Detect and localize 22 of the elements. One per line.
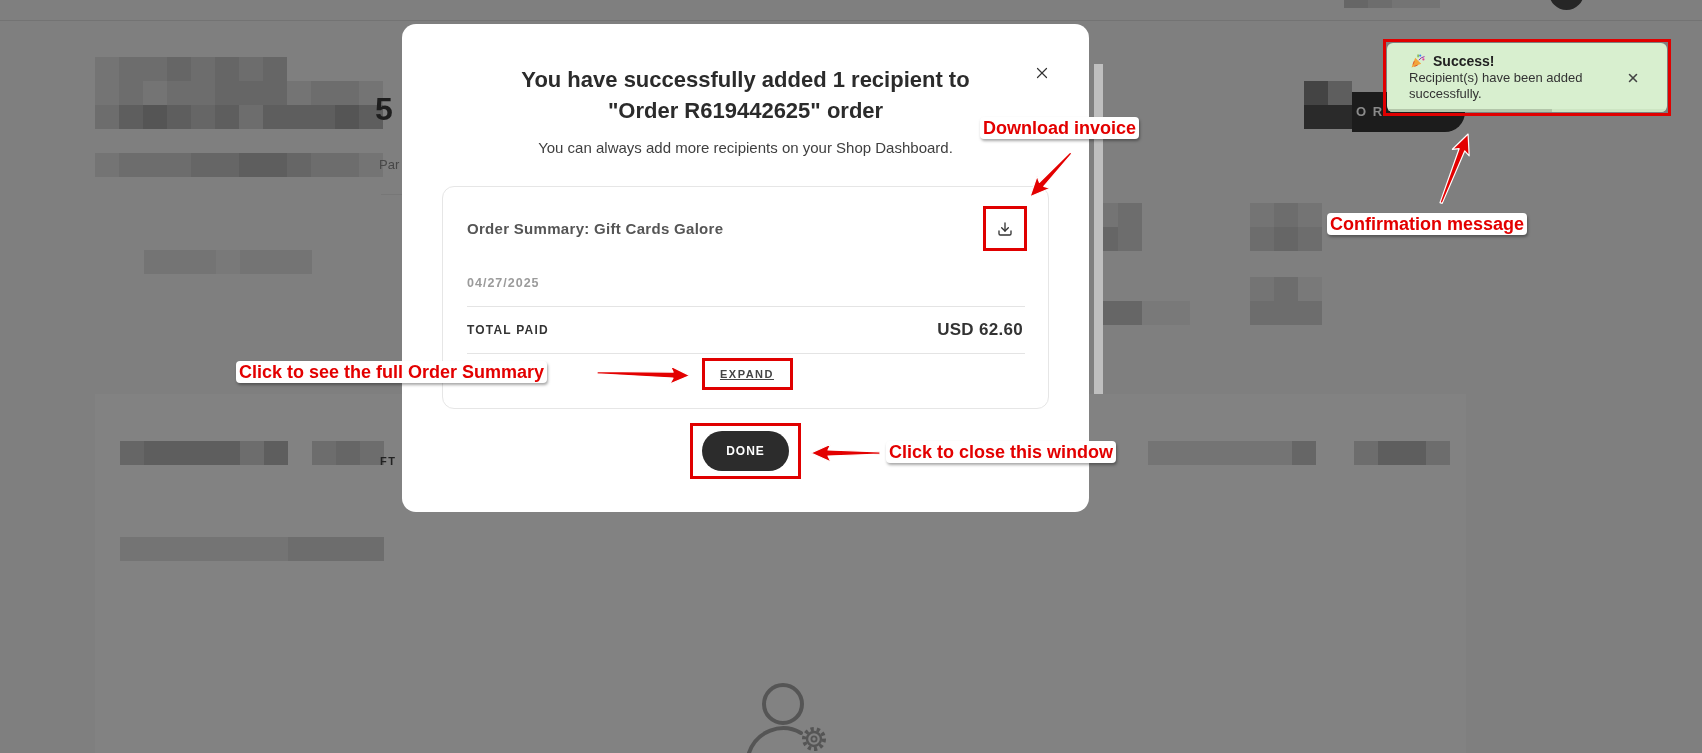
- annotation-label: Confirmation message: [1327, 213, 1528, 235]
- download-icon: [997, 220, 1013, 237]
- dialog-title: You have successfully added 1 recipient to "Order R619442625" order: [520, 66, 971, 125]
- total-label: TOTAL PAID: [467, 322, 549, 338]
- heading-text: 5: [375, 93, 393, 125]
- pixelated-block: [1250, 203, 1322, 251]
- pointer-arrow: [1028, 150, 1074, 199]
- expand-link[interactable]: EXPAND: [720, 367, 774, 381]
- toast-title: Success!: [1433, 52, 1495, 70]
- done-button[interactable]: DONE: [702, 431, 789, 471]
- subtitle-text: Par: [379, 157, 400, 173]
- annotation-label: Click to see the full Order Summary: [236, 361, 548, 383]
- total-amount: USD 62.60: [937, 320, 1023, 340]
- annotation-label: Download invoice: [980, 117, 1140, 139]
- annotation-label: Click to close this window: [886, 441, 1117, 463]
- user-gear-icon: [744, 682, 828, 753]
- order-summary-title: Order Summary: Gift Cards Galore: [467, 218, 724, 239]
- pixelated-block: [1304, 81, 1352, 129]
- order-date: 04/27/2025: [467, 275, 540, 291]
- dialog-subtitle: You can always add more recipients on your Shop Dashboard.: [538, 138, 953, 158]
- column-header: FT: [380, 454, 397, 468]
- party-popper-icon: [1411, 54, 1425, 68]
